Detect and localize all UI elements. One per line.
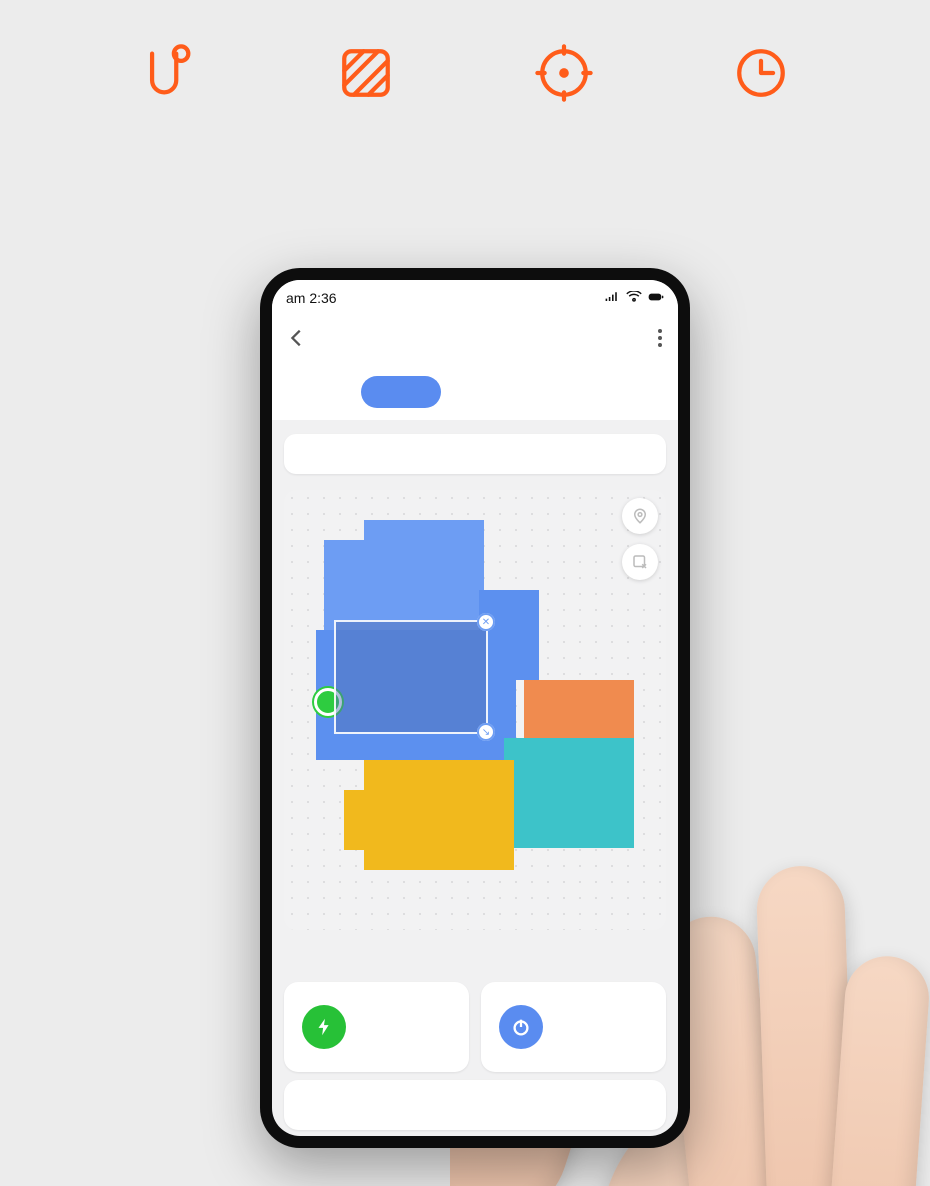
info-bar[interactable]	[284, 434, 666, 474]
phone-screen: am 2:36	[272, 280, 678, 1136]
bottom-nav-strip[interactable]	[284, 1080, 666, 1130]
power-card[interactable]	[481, 982, 666, 1072]
target-icon	[533, 42, 595, 104]
battery-icon	[648, 290, 664, 306]
feature-icon-row	[0, 42, 930, 104]
room-b[interactable]	[479, 590, 539, 680]
charge-card[interactable]	[284, 982, 469, 1072]
room-d[interactable]	[524, 680, 634, 740]
map-pin-button[interactable]	[622, 498, 658, 534]
room-a[interactable]	[364, 520, 484, 550]
zone-close-handle[interactable]: ✕	[477, 613, 495, 631]
statusbar-indicators	[604, 290, 664, 306]
map-tool-stack	[622, 498, 658, 580]
floorplan-map[interactable]: ✕ ↘	[284, 490, 666, 930]
action-card-row	[284, 982, 666, 1072]
status-pill[interactable]	[361, 376, 441, 408]
room-c[interactable]	[364, 760, 514, 870]
phone-frame: am 2:36	[260, 268, 690, 1148]
more-menu-button[interactable]	[658, 329, 664, 347]
zone-icon	[335, 42, 397, 104]
signal-icon	[604, 290, 620, 306]
path-icon	[138, 42, 200, 104]
timer-icon	[730, 42, 792, 104]
back-button[interactable]	[286, 327, 308, 349]
map-clear-zone-button[interactable]	[622, 544, 658, 580]
zone-resize-handle[interactable]: ↘	[477, 723, 495, 741]
app-header	[272, 312, 678, 364]
room-e[interactable]	[504, 738, 634, 848]
zone-selection-box[interactable]: ✕ ↘	[334, 620, 488, 734]
charge-icon	[302, 1005, 346, 1049]
wifi-icon	[626, 290, 642, 306]
statusbar: am 2:36	[272, 280, 678, 312]
statusbar-time: am 2:36	[286, 290, 337, 306]
status-pill-row	[272, 364, 678, 420]
room-c[interactable]	[344, 790, 374, 850]
power-icon	[499, 1005, 543, 1049]
